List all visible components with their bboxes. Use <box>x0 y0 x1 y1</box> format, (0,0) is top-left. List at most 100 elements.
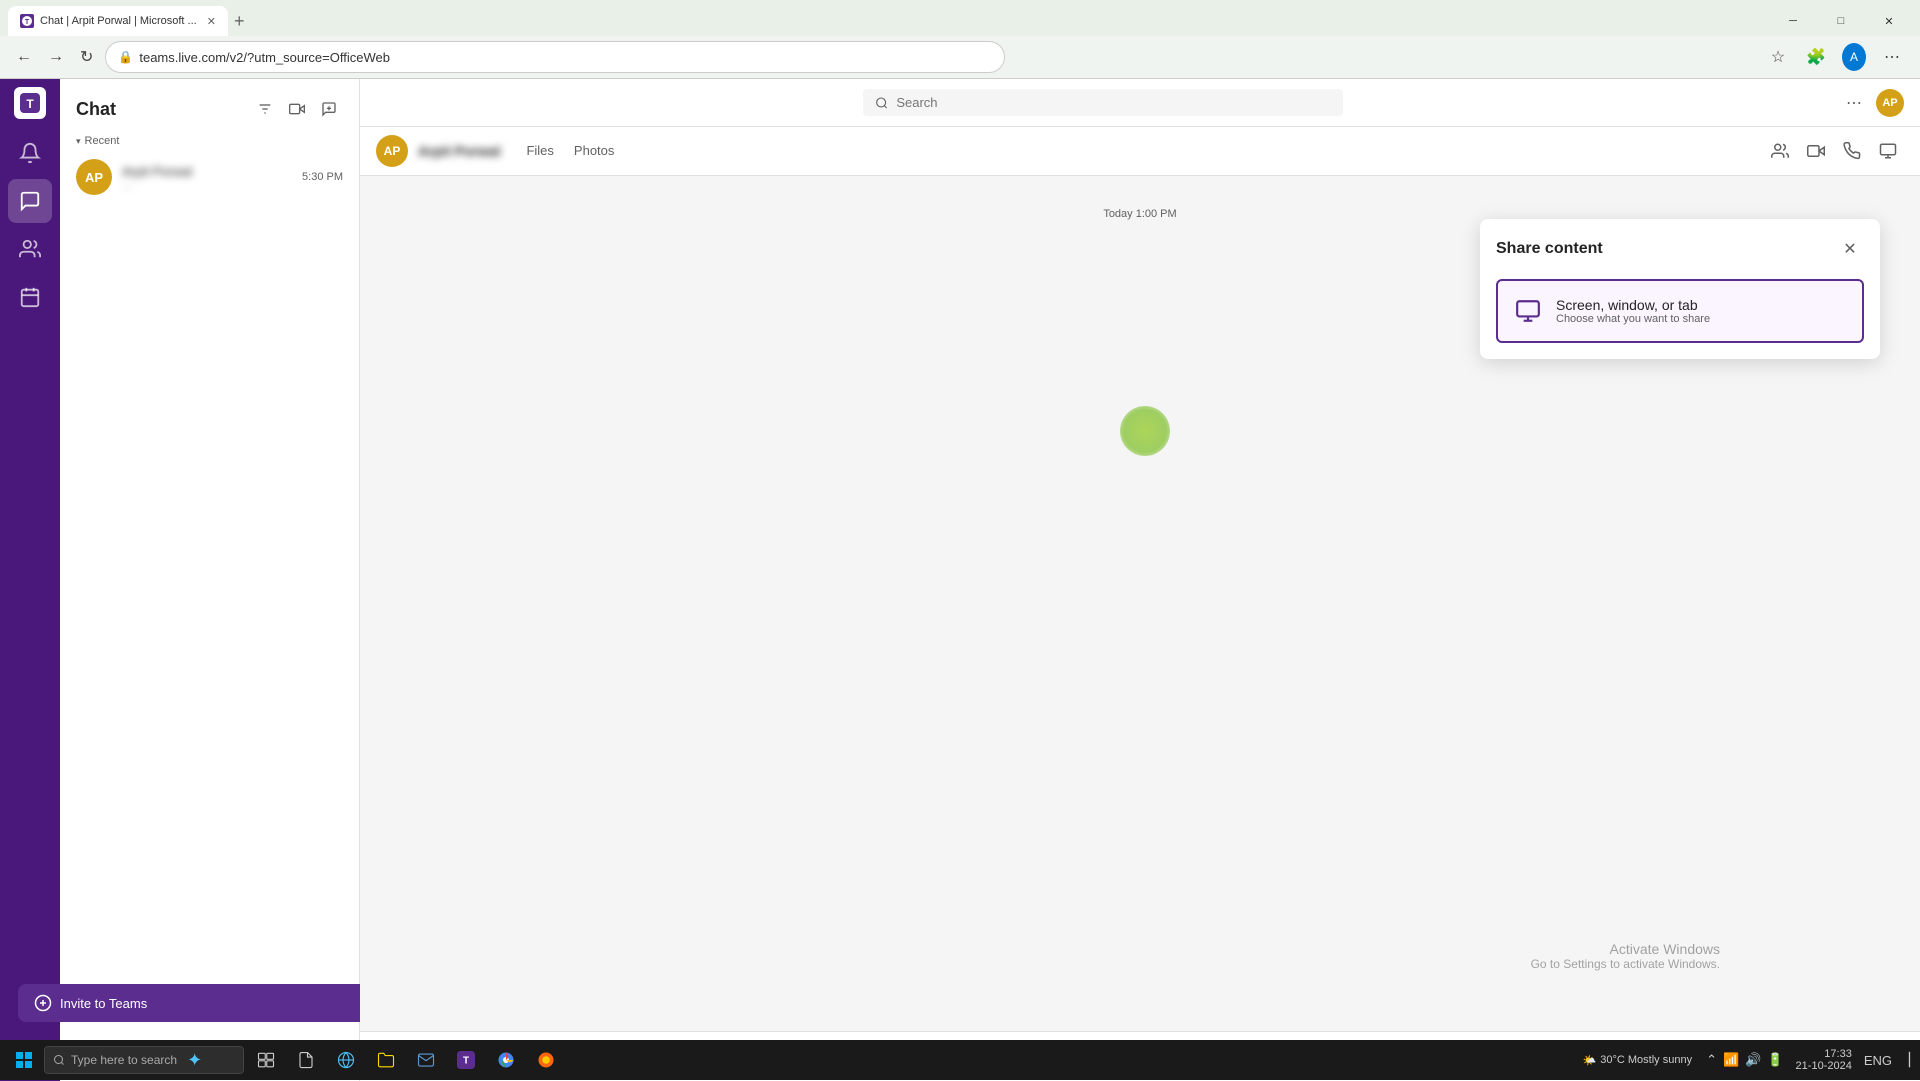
sidebar-item-chat[interactable] <box>8 179 52 223</box>
taskbar: Type here to search ✦ T 🌤️ 30°C Mostly s… <box>0 1040 1920 1080</box>
taskbar-app-mail[interactable] <box>408 1042 444 1078</box>
volume-icon[interactable]: 🔊 <box>1743 1052 1763 1068</box>
chat-item-name: Arpit Porwal <box>122 164 292 179</box>
filter-button[interactable] <box>251 95 279 123</box>
reload-button[interactable]: ↻ <box>76 43 97 71</box>
video-call-button[interactable] <box>1800 135 1832 167</box>
svg-text:T: T <box>25 19 30 26</box>
forward-button[interactable]: → <box>44 44 68 70</box>
search-area <box>376 89 1830 116</box>
tray-expand-icon[interactable]: ⌃ <box>1704 1052 1719 1068</box>
search-box[interactable] <box>863 89 1343 116</box>
extensions-icon[interactable]: 🧩 <box>1800 41 1832 73</box>
teams-app: T Chat <box>0 79 1920 1081</box>
user-avatar[interactable]: AP <box>1876 89 1904 117</box>
active-tab[interactable]: T Chat | Arpit Porwal | Microsoft ... ✕ <box>8 6 228 36</box>
clock-date: 21-10-2024 <box>1796 1060 1852 1072</box>
taskbar-clock[interactable]: 17:33 21-10-2024 <box>1790 1048 1858 1072</box>
taskbar-search-icon <box>53 1054 65 1066</box>
browser-profile-icon[interactable]: A <box>1838 41 1870 73</box>
copilot-icon: ✦ <box>187 1050 202 1071</box>
screen-share-icon <box>1512 295 1544 327</box>
start-button[interactable] <box>8 1044 40 1076</box>
share-popup-header: Share content ✕ <box>1496 235 1864 263</box>
convo-header-right <box>1764 135 1904 167</box>
conversation-header: AP Arpit Porwal Files Photos <box>360 127 1920 176</box>
chat-header-actions <box>251 95 343 123</box>
address-input[interactable] <box>139 50 992 65</box>
teams-logo[interactable]: T <box>14 87 46 119</box>
tab-title: Chat | Arpit Porwal | Microsoft ... <box>40 15 197 27</box>
top-bar: ⋯ AP <box>360 79 1920 127</box>
taskbar-right: 🌤️ 30°C Mostly sunny ⌃ 📶 🔊 🔋 17:33 21-10… <box>1575 1048 1912 1072</box>
tab-favicon: T <box>20 14 34 28</box>
chat-item-time: 5:30 PM <box>302 171 343 183</box>
weather-widget[interactable]: 🌤️ 30°C Mostly sunny <box>1575 1054 1701 1067</box>
taskbar-app-teams[interactable]: T <box>448 1042 484 1078</box>
sidebar: T <box>0 79 60 1081</box>
new-chat-button[interactable] <box>315 95 343 123</box>
convo-tabs: Files Photos <box>518 139 622 164</box>
chat-header: Chat <box>60 79 359 131</box>
taskbar-search-placeholder: Type here to search <box>71 1053 177 1067</box>
cursor-indicator <box>1120 406 1170 456</box>
top-bar-right: ⋯ AP <box>1838 87 1904 119</box>
video-button[interactable] <box>283 95 311 123</box>
search-icon <box>875 96 888 110</box>
new-tab-button[interactable]: + <box>228 11 251 32</box>
convo-avatar: AP <box>376 135 408 167</box>
screen-share-button[interactable] <box>1872 135 1904 167</box>
recent-arrow-icon: ▾ <box>76 136 81 147</box>
share-option-text: Screen, window, or tab Choose what you w… <box>1556 297 1710 325</box>
taskbar-search-box[interactable]: Type here to search ✦ <box>44 1046 244 1074</box>
battery-icon[interactable]: 🔋 <box>1765 1052 1785 1068</box>
chat-panel: Chat ▾ Recent AP Arpit Porwal ... <box>60 79 360 1081</box>
show-desktop-button[interactable]: ▕ <box>1898 1052 1912 1068</box>
browser-actions: ☆ 🧩 A ⋯ <box>1762 41 1908 73</box>
language-indicator[interactable]: ENG <box>1862 1053 1894 1068</box>
top-more-button[interactable]: ⋯ <box>1838 87 1870 119</box>
people-icon-button[interactable] <box>1764 135 1796 167</box>
chat-item-avatar: AP <box>76 159 112 195</box>
activate-windows-watermark: Activate Windows Go to Settings to activ… <box>1531 941 1720 971</box>
share-option-title: Screen, window, or tab <box>1556 297 1710 313</box>
chat-list-item[interactable]: AP Arpit Porwal ... 5:30 PM <box>60 151 359 203</box>
more-options-icon[interactable]: ⋯ <box>1876 41 1908 73</box>
network-icon[interactable]: 📶 <box>1721 1052 1741 1068</box>
bookmark-icon[interactable]: ☆ <box>1762 41 1794 73</box>
weather-icon: 🌤️ <box>1583 1054 1597 1067</box>
tab-photos[interactable]: Photos <box>566 139 622 164</box>
minimize-button[interactable]: ─ <box>1770 6 1816 36</box>
profile-avatar: A <box>1842 43 1866 71</box>
share-option-subtitle: Choose what you want to share <box>1556 313 1710 325</box>
tab-close-icon[interactable]: ✕ <box>207 15 216 28</box>
window-controls: ─ □ ✕ <box>1770 6 1912 36</box>
maximize-button[interactable]: □ <box>1818 6 1864 36</box>
sidebar-item-teams[interactable] <box>8 227 52 271</box>
search-input[interactable] <box>896 95 1331 110</box>
taskbar-app-chrome[interactable] <box>488 1042 524 1078</box>
sidebar-item-activity[interactable] <box>8 131 52 175</box>
share-popup-title: Share content <box>1496 240 1603 258</box>
convo-name: Arpit Porwal <box>418 143 500 159</box>
chat-item-info: Arpit Porwal ... <box>122 164 292 191</box>
svg-text:T: T <box>26 97 34 111</box>
taskbar-app-notes[interactable] <box>288 1042 324 1078</box>
back-button[interactable]: ← <box>12 44 36 70</box>
voice-call-button[interactable] <box>1836 135 1868 167</box>
share-close-button[interactable]: ✕ <box>1836 235 1864 263</box>
tab-files[interactable]: Files <box>518 139 561 164</box>
share-screen-option[interactable]: Screen, window, or tab Choose what you w… <box>1496 279 1864 343</box>
system-tray: ⌃ 📶 🔊 🔋 <box>1704 1052 1785 1068</box>
close-button[interactable]: ✕ <box>1866 6 1912 36</box>
sidebar-item-calendar[interactable] <box>8 275 52 319</box>
taskbar-app-taskview[interactable] <box>248 1042 284 1078</box>
convo-name-area: Arpit Porwal <box>418 143 500 159</box>
taskbar-app-browser[interactable] <box>328 1042 364 1078</box>
tab-bar: T Chat | Arpit Porwal | Microsoft ... ✕ … <box>0 0 1920 36</box>
svg-text:T: T <box>463 1056 469 1067</box>
taskbar-app-explorer[interactable] <box>368 1042 404 1078</box>
chat-title: Chat <box>76 99 116 120</box>
address-input-box[interactable]: 🔒 <box>105 41 1005 73</box>
taskbar-app-firefox[interactable] <box>528 1042 564 1078</box>
